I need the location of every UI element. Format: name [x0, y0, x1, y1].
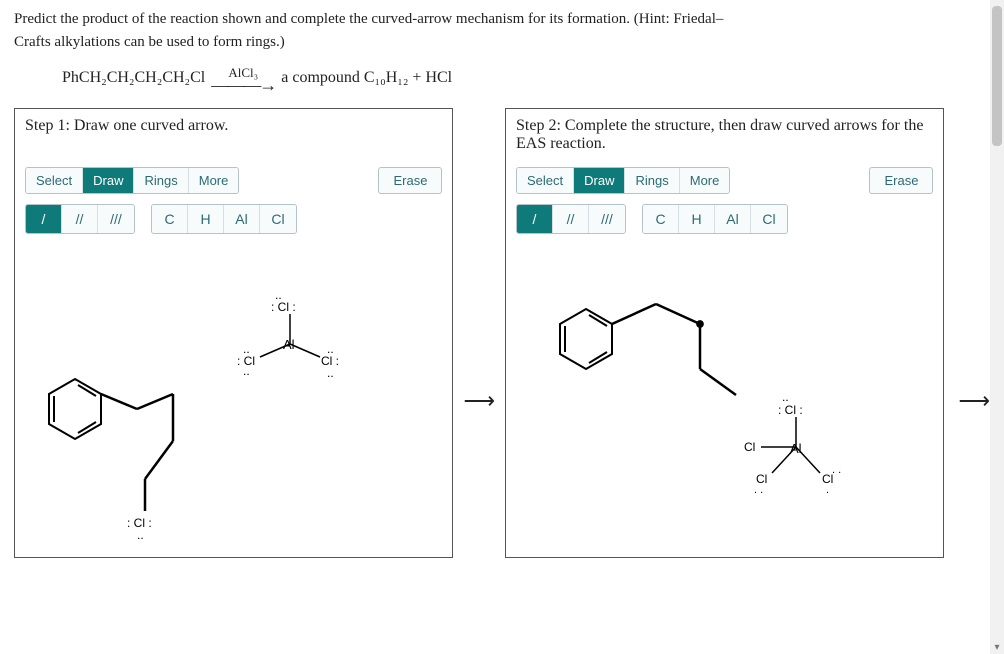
- mode-select[interactable]: Select: [26, 168, 83, 193]
- step2-title: Step 2: Complete the structure, then dra…: [506, 109, 943, 163]
- element-al[interactable]: Al: [715, 205, 751, 233]
- mode-rings[interactable]: Rings: [625, 168, 679, 193]
- question-line2: Crafts alkylations can be used to form r…: [14, 34, 285, 50]
- mode-more[interactable]: More: [680, 168, 730, 193]
- erase-button[interactable]: Erase: [378, 167, 442, 194]
- step1-title: Step 1: Draw one curved arrow.: [15, 109, 452, 163]
- al-label: Al: [283, 337, 295, 352]
- element-cl[interactable]: Cl: [260, 205, 296, 233]
- svg-text:..: ..: [327, 342, 334, 356]
- equation-arrow-group: AlCl₃ ———→: [211, 65, 275, 90]
- scroll-thumb[interactable]: [992, 6, 1002, 146]
- reaction-equation: PhCH₂CH₂CH₂CH₂Cl AlCl₃ ———→ a compound C…: [62, 65, 990, 90]
- mode-draw[interactable]: Draw: [83, 168, 134, 193]
- svg-text:. .: . .: [832, 464, 841, 476]
- structure2-svg: Al .. : Cl : Cl Cl . . Cl . . .: [506, 249, 948, 549]
- element-cl[interactable]: Cl: [751, 205, 787, 233]
- structure1-svg: Al .. : Cl : : Cl .. .. Cl : .. .. : Cl …: [15, 249, 457, 549]
- single-bond-icon[interactable]: /: [517, 205, 553, 233]
- bond-tool-group: / // ///: [25, 204, 135, 234]
- step2-panel: Step 2: Complete the structure, then dra…: [505, 108, 944, 558]
- scrollbar[interactable]: ▾: [990, 0, 1004, 654]
- mid-arrow-icon: ⟶: [461, 388, 497, 414]
- scroll-down-icon[interactable]: ▾: [992, 642, 1002, 652]
- element-h[interactable]: H: [188, 205, 224, 233]
- al-label: Al: [790, 441, 802, 456]
- bond-tool-group: / // ///: [516, 204, 626, 234]
- right-arrow-icon: ⟶: [952, 388, 990, 414]
- step2-canvas[interactable]: Al .. : Cl : Cl Cl . . Cl . . .: [506, 249, 943, 557]
- svg-text:..: ..: [327, 366, 334, 380]
- triple-bond-icon[interactable]: ///: [98, 205, 134, 233]
- svg-text:. .: . .: [754, 484, 763, 496]
- equation-right: a compound C₁₀H₁₂ + HCl: [281, 69, 452, 87]
- svg-text:.: .: [826, 484, 829, 496]
- element-c[interactable]: C: [152, 205, 188, 233]
- question-text: Predict the product of the reaction show…: [14, 8, 990, 53]
- element-group: C H Al Cl: [642, 204, 788, 234]
- cl-left-lbl: Cl: [744, 440, 755, 454]
- element-h[interactable]: H: [679, 205, 715, 233]
- svg-text:..: ..: [782, 390, 789, 404]
- step1-canvas[interactable]: Al .. : Cl : : Cl .. .. Cl : .. .. : Cl …: [15, 249, 452, 557]
- element-group: C H Al Cl: [151, 204, 297, 234]
- single-bond-icon[interactable]: /: [26, 205, 62, 233]
- reaction-arrow-icon: ———→: [211, 81, 275, 90]
- svg-text:..: ..: [243, 364, 250, 378]
- step2-modebar: Select Draw Rings More: [516, 167, 730, 194]
- cl-top-lbl: : Cl :: [271, 300, 296, 314]
- step1-modebar: Select Draw Rings More: [25, 167, 239, 194]
- double-bond-icon[interactable]: //: [553, 205, 589, 233]
- cl-top-lbl: : Cl :: [778, 403, 803, 417]
- mode-rings[interactable]: Rings: [134, 168, 188, 193]
- svg-text:..: ..: [137, 528, 144, 542]
- mode-draw[interactable]: Draw: [574, 168, 625, 193]
- element-al[interactable]: Al: [224, 205, 260, 233]
- equation-left: PhCH₂CH₂CH₂CH₂Cl: [62, 69, 205, 87]
- erase-button[interactable]: Erase: [869, 167, 933, 194]
- step1-panel: Step 1: Draw one curved arrow. Select Dr…: [14, 108, 453, 558]
- svg-text:..: ..: [243, 342, 250, 356]
- mode-more[interactable]: More: [189, 168, 239, 193]
- question-line1: Predict the product of the reaction show…: [14, 11, 723, 27]
- triple-bond-icon[interactable]: ///: [589, 205, 625, 233]
- double-bond-icon[interactable]: //: [62, 205, 98, 233]
- element-c[interactable]: C: [643, 205, 679, 233]
- mode-select[interactable]: Select: [517, 168, 574, 193]
